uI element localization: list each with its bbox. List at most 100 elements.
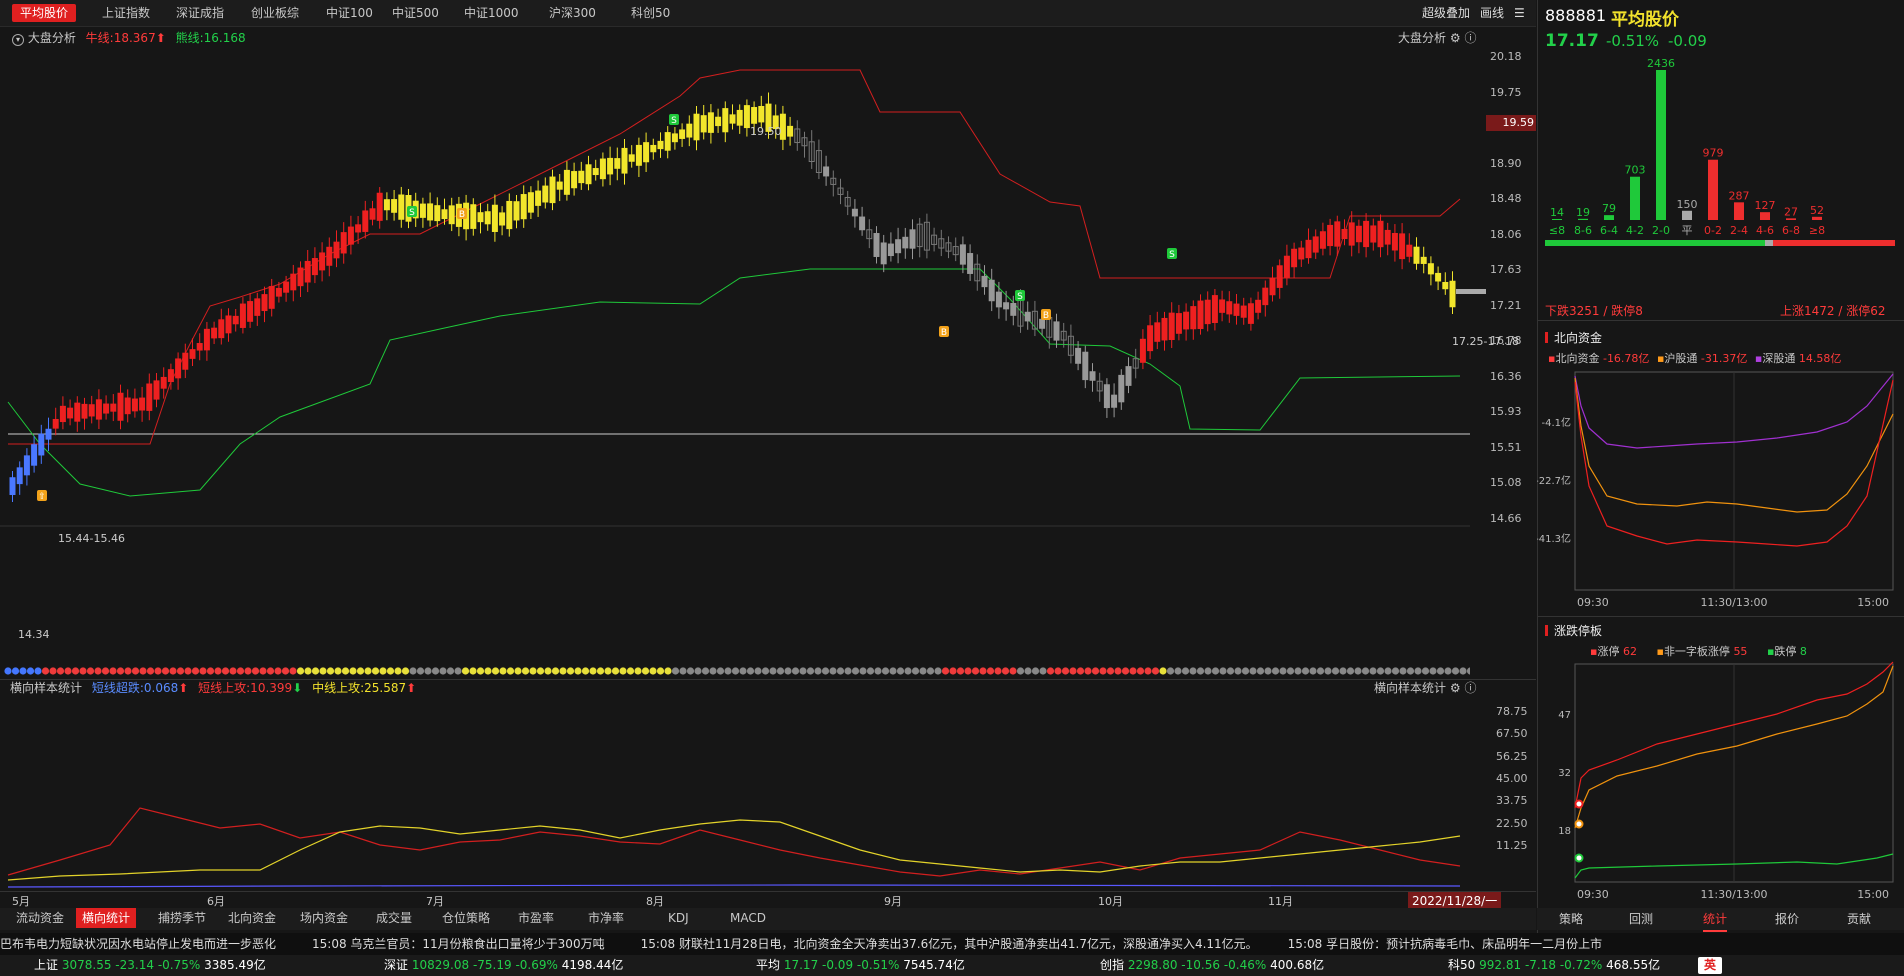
tab-kdj[interactable]: KDJ bbox=[662, 908, 695, 928]
index-sz[interactable]: 深证 10829.08 -75.19 -0.69% 4198.44亿 bbox=[384, 955, 623, 976]
signal-dot bbox=[581, 667, 590, 675]
candle-body bbox=[499, 212, 506, 226]
tab-quote[interactable]: 报价 bbox=[1775, 908, 1799, 930]
signal-marker-label: B bbox=[1043, 311, 1049, 321]
candle-body bbox=[131, 398, 138, 412]
candle-body bbox=[549, 176, 556, 204]
candle-body bbox=[607, 157, 614, 175]
candle-body bbox=[1363, 220, 1370, 248]
tab-statistics[interactable]: 统计 bbox=[1703, 908, 1728, 932]
candle-body bbox=[1269, 277, 1276, 296]
dist-bar bbox=[1708, 159, 1718, 220]
tab-horizontal-stat[interactable]: 横向统计 bbox=[76, 908, 137, 928]
tab-sz-index[interactable]: 深证成指 bbox=[168, 4, 232, 22]
y-tick: -41.3亿 bbox=[1537, 532, 1571, 545]
tab-star50[interactable]: 科创50 bbox=[623, 4, 678, 22]
signal-dot bbox=[101, 667, 110, 675]
legend-non-oneword: 非一字板涨停 bbox=[1663, 645, 1730, 658]
tab-contribution[interactable]: 贡献 bbox=[1847, 908, 1871, 930]
help-icon[interactable]: ⓘ bbox=[1464, 681, 1476, 695]
signal-dot bbox=[281, 667, 290, 675]
tab-pb-ratio[interactable]: 市净率 bbox=[582, 908, 630, 928]
candlestick-chart[interactable]: ⇧ B S S B S B S bbox=[0, 44, 1536, 544]
tab-csi1000[interactable]: 中证1000 bbox=[456, 4, 527, 22]
index-star50[interactable]: 科50 992.81 -7.18 -0.72% 468.55亿 bbox=[1448, 955, 1660, 976]
signal-dot bbox=[1189, 667, 1197, 675]
tab-chinext[interactable]: 创业板综 bbox=[243, 4, 307, 22]
signal-dot bbox=[934, 667, 942, 675]
candle-body bbox=[124, 397, 131, 415]
tab-floor-funds[interactable]: 场内资金 bbox=[294, 908, 354, 928]
signal-dot bbox=[709, 667, 717, 675]
signal-dot bbox=[1316, 667, 1325, 675]
tab-position-strategy[interactable]: 仓位策略 bbox=[436, 908, 496, 928]
tab-volume[interactable]: 成交量 bbox=[370, 908, 418, 928]
signal-dot bbox=[1196, 667, 1205, 675]
signal-dot bbox=[731, 667, 740, 675]
signal-dot bbox=[1256, 667, 1265, 675]
tab-north-funds[interactable]: 北向资金 bbox=[222, 908, 282, 928]
settings-icon[interactable]: ⚙ bbox=[1450, 681, 1461, 695]
sample-stat-chart[interactable] bbox=[0, 700, 1536, 890]
stock-name: 平均股价 bbox=[1611, 10, 1679, 30]
signal-dot bbox=[716, 667, 725, 675]
tab-pe-ratio[interactable]: 市盈率 bbox=[512, 908, 560, 928]
candle-body bbox=[427, 203, 434, 221]
x-axis: 5月 6月 7月 8月 9月 10月 11月 2022/11/28/一 bbox=[0, 891, 1536, 909]
bear-line bbox=[7, 268, 1461, 497]
candle-body bbox=[1125, 366, 1132, 386]
signal-dot bbox=[949, 667, 957, 675]
x-tick: 15:00 bbox=[1857, 888, 1889, 901]
signal-dot bbox=[814, 667, 822, 675]
stock-pct: -0.51% bbox=[1606, 32, 1660, 50]
signal-dot bbox=[806, 667, 815, 675]
limit-board-title: 涨跌停板 bbox=[1545, 622, 1602, 639]
signal-dot bbox=[1249, 667, 1257, 675]
tab-sh-index[interactable]: 上证指数 bbox=[94, 4, 158, 22]
tab-macd[interactable]: MACD bbox=[724, 908, 772, 928]
index-avg[interactable]: 平均 17.17 -0.09 -0.51% 7545.74亿 bbox=[756, 955, 965, 976]
tab-csi100[interactable]: 中证100 bbox=[318, 4, 381, 22]
tab-csi300[interactable]: 沪深300 bbox=[541, 4, 604, 22]
signal-dot bbox=[364, 667, 372, 675]
super-overlay-button[interactable]: 超级叠加 bbox=[1422, 4, 1470, 22]
tab-csi500[interactable]: 中证500 bbox=[384, 4, 447, 22]
tab-backtest[interactable]: 回测 bbox=[1629, 908, 1653, 930]
tab-fishing-season[interactable]: 捕捞季节 bbox=[152, 908, 212, 928]
signal-dot bbox=[334, 667, 342, 675]
tab-liquidity[interactable]: 流动资金 bbox=[10, 908, 70, 928]
lower-tick: 67.50 bbox=[1496, 727, 1528, 741]
settings-icon[interactable]: ⚙ bbox=[1450, 31, 1461, 45]
candle-body bbox=[16, 467, 23, 485]
index-chinext[interactable]: 创指 2298.80 -10.56 -0.46% 400.68亿 bbox=[1100, 955, 1324, 976]
candle-body bbox=[1103, 384, 1110, 409]
index-sh[interactable]: 上证 3078.55 -23.14 -0.75% 3385.49亿 bbox=[34, 955, 266, 976]
signal-dot bbox=[416, 667, 425, 675]
menu-icon[interactable]: ☰ bbox=[1514, 4, 1525, 22]
draw-line-button[interactable]: 画线 bbox=[1480, 4, 1504, 22]
candle-body bbox=[1341, 228, 1348, 240]
news-ticker[interactable]: 巴布韦电力短缺状况因水电站停止发电而进一步恶化 15:08 乌克兰官员：11月份… bbox=[0, 933, 1904, 955]
north-funds-title: 北向资金 bbox=[1545, 329, 1602, 346]
ime-badge[interactable]: 英 bbox=[1698, 957, 1723, 974]
signal-dot bbox=[664, 667, 672, 675]
signal-dot bbox=[964, 667, 972, 675]
signal-dot bbox=[694, 667, 702, 675]
signal-dot bbox=[1414, 667, 1422, 675]
candle-body bbox=[729, 114, 736, 124]
dist-category: 4-2 bbox=[1626, 224, 1644, 237]
candle-body bbox=[1139, 338, 1146, 363]
candle-body bbox=[650, 144, 657, 153]
signal-dot bbox=[1369, 667, 1377, 675]
down-ratio-bar bbox=[1545, 240, 1765, 246]
signal-dot bbox=[1241, 667, 1250, 675]
signal-dot bbox=[469, 667, 477, 675]
help-icon[interactable]: ⓘ bbox=[1464, 31, 1476, 45]
tab-avg-price[interactable]: 平均股价 bbox=[12, 4, 77, 22]
signal-dot bbox=[604, 667, 612, 675]
signal-dot bbox=[1286, 667, 1295, 675]
tab-strategy[interactable]: 策略 bbox=[1559, 908, 1583, 930]
candle-body bbox=[1024, 311, 1031, 322]
signal-dot bbox=[1429, 667, 1437, 675]
candle-body bbox=[621, 147, 628, 174]
